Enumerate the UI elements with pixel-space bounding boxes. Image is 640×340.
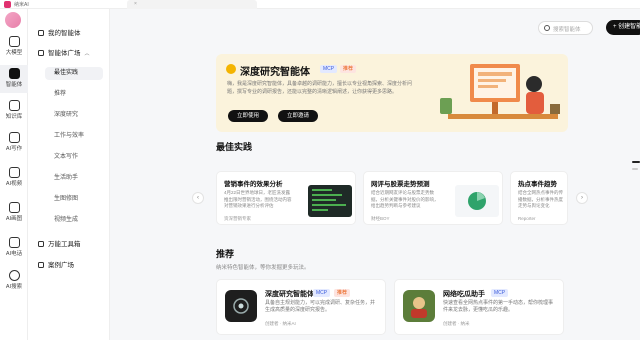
icon-rail: 大模型 智能体 知识库 AI写作 AI视频 AI画图 AI电话 AI搜索 [0, 9, 28, 340]
pen-icon [8, 132, 20, 143]
nav-plaza[interactable]: 智能体广场 ︿ [38, 47, 90, 57]
invite-now-button[interactable]: 立即邀请 [278, 110, 318, 122]
hero-title: 深度研究智能体 [240, 67, 310, 78]
grid-icon [38, 50, 44, 56]
rail-item-writing[interactable]: AI写作 [0, 129, 28, 157]
prev-arrow-icon[interactable]: ‹ [192, 192, 204, 204]
app-logo-icon [4, 1, 11, 8]
rail-item-phone[interactable]: AI电话 [0, 234, 28, 262]
author-label: 资深营销专家 [224, 216, 251, 221]
nav-my-agents[interactable]: 我的智能体 [38, 27, 81, 37]
thumbnail-image [455, 185, 499, 217]
nav-sub-research[interactable]: 深度研究 [45, 109, 103, 122]
title-bar: 纳米AI × [0, 0, 640, 9]
create-agent-button[interactable]: + 创建智能体 [606, 20, 640, 35]
rail-item-video[interactable]: AI视频 [0, 164, 28, 192]
avatar[interactable] [5, 12, 21, 28]
recommend-badge: 推荐 [334, 289, 351, 297]
hero-banner: 深度研究智能体 MCP 推荐 嗨，我是深度研究智能体，具备卓越的调研能力，擅长以… [216, 54, 568, 132]
carousel-indicator[interactable] [630, 158, 640, 172]
rail-item-image[interactable]: AI画图 [0, 199, 28, 227]
author-label: Reporter [518, 216, 536, 221]
nav-tools[interactable]: 万能工具箱 [38, 238, 81, 248]
hero-description: 嗨，我是深度研究智能体，具备卓越的调研能力，擅长以专业视角探索、深度分析问题，撰… [227, 81, 413, 95]
search-input[interactable]: 搜索智能体 [538, 21, 593, 35]
nav-sub-work[interactable]: 工作与效率 [45, 130, 103, 143]
mcp-badge: MCP [491, 289, 509, 297]
nav-sub-writing[interactable]: 文本写作 [45, 151, 103, 164]
rail-item-agents[interactable]: 智能体 [0, 65, 28, 93]
app-name: 纳米AI [14, 2, 29, 8]
nav-cases[interactable]: 案例广场 [38, 259, 74, 269]
mcp-badge: MCP [320, 65, 338, 73]
user-icon [38, 30, 44, 36]
recommend-badge: 推荐 [340, 65, 357, 73]
nav-sub-image[interactable]: 生图修图 [45, 193, 103, 206]
chevron-up-icon: ︿ [84, 51, 90, 57]
main-content: 搜索智能体 + 创建智能体 深度研究智能体 MCP 推荐 嗨，我是深度研究智能体… [110, 9, 640, 340]
recommend-card-gossip[interactable]: 网络吃瓜助手 MCP 快速查看全网热点事件的第一手动态，帮你梳理事件来龙去脉，更… [394, 279, 564, 335]
search-icon [8, 270, 20, 281]
secondary-nav: 我的智能体 智能体广场 ︿ 最佳实践 推荐 深度研究 工作与效率 文本写作 生活助… [28, 9, 110, 340]
best-practice-title: 最佳实践 [216, 142, 253, 152]
recommend-subtitle: 纳米特色智能体，等你发掘更多玩法。 [216, 265, 310, 271]
author-label: 财经BOY [371, 216, 390, 221]
nav-sub-best[interactable]: 最佳实践 [45, 67, 103, 80]
thumbnail-image [308, 185, 352, 217]
nav-sub-video[interactable]: 视频生成 [45, 214, 103, 227]
hero-illustration [440, 64, 560, 119]
model-icon [8, 36, 20, 47]
use-now-button[interactable]: 立即使用 [228, 110, 268, 122]
recommend-card-research[interactable]: 深度研究智能体 MCP 推荐 具备自主规划能力，可以完成调研、复杂任务，并生成高… [216, 279, 386, 335]
agent-avatar [225, 290, 257, 322]
agent-icon [8, 68, 20, 79]
toolbox-icon [38, 241, 44, 247]
best-card-marketing[interactable]: 营销事件的效果分析 4月22日世界地球日，老匠洗发露推出限时营销活动，围绕活动内… [216, 171, 356, 225]
smile-icon [226, 64, 236, 74]
browser-tab[interactable] [127, 0, 257, 9]
image-icon [8, 202, 20, 213]
agent-avatar [403, 290, 435, 322]
nav-sub-life[interactable]: 生活助手 [45, 172, 103, 185]
mcp-badge: MCP [313, 289, 331, 297]
phone-icon [8, 237, 20, 248]
nav-sub-recommend[interactable]: 推荐 [45, 88, 103, 101]
rail-item-model[interactable]: 大模型 [0, 33, 28, 61]
search-icon [544, 25, 550, 31]
video-icon [8, 167, 20, 178]
knowledge-icon [8, 100, 20, 111]
rail-item-search[interactable]: AI搜索 [0, 267, 28, 295]
next-arrow-icon[interactable]: › [576, 192, 588, 204]
rail-item-knowledge[interactable]: 知识库 [0, 97, 28, 125]
recommend-title: 推荐 [216, 249, 235, 259]
case-icon [38, 262, 44, 268]
best-card-stock[interactable]: 网评与股票走势预测 结合近期网友评论与股票走势数据，分析关键事件对股价的影响，给… [363, 171, 503, 225]
close-icon[interactable]: × [134, 1, 137, 7]
best-card-hot[interactable]: 热点事件趋势 结合全网热点事件的传播数据，分析事件热度走势与舆论变化 Repor… [510, 171, 568, 225]
